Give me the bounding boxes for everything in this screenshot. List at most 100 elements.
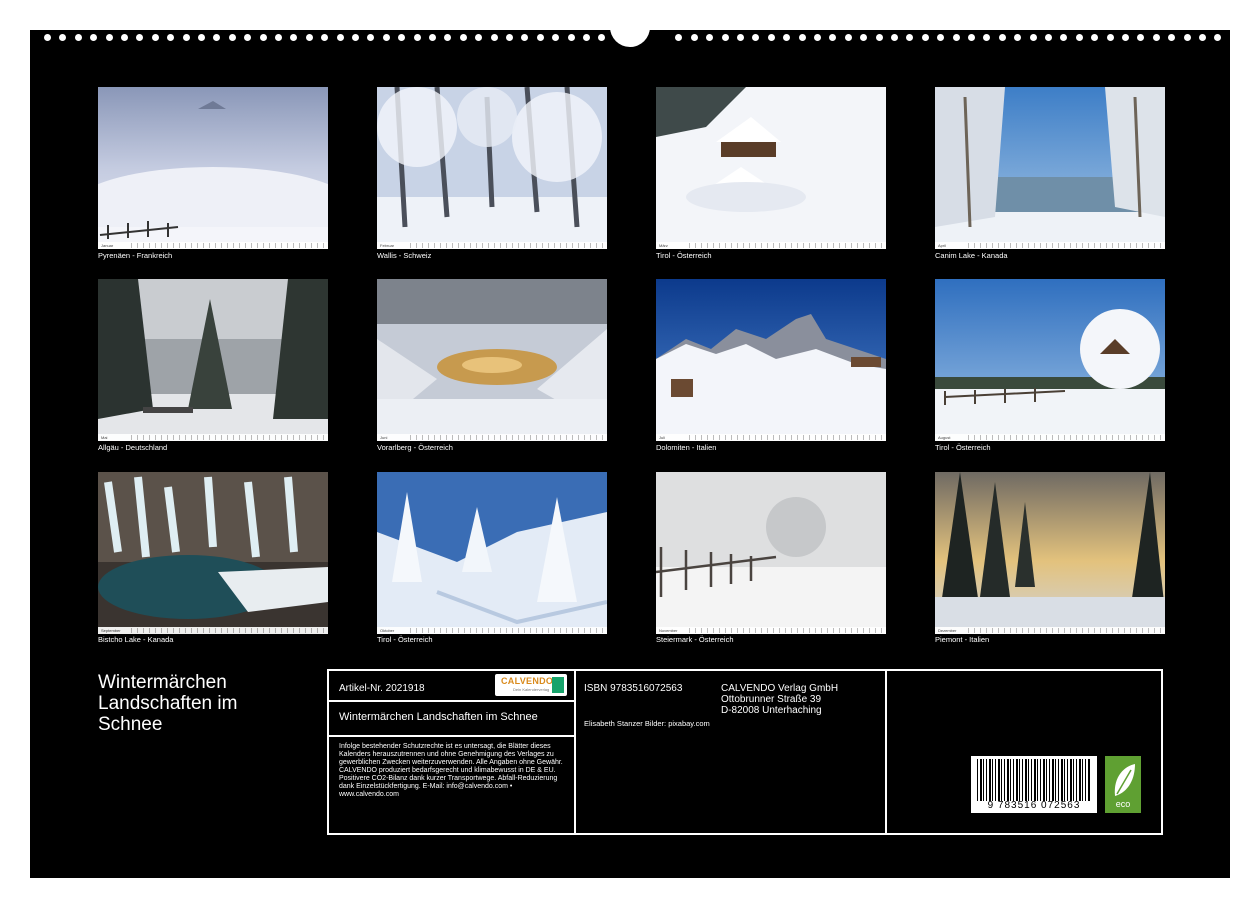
- month-strip: Oktober: [377, 627, 607, 634]
- photo-tile: April: [935, 87, 1165, 249]
- photo-caption: Wallis - Schweiz: [377, 251, 432, 260]
- month-strip: September: [98, 627, 328, 634]
- info-panel: Artikel-Nr. 2021918 CALVENDO Dein Kalend…: [327, 669, 1163, 835]
- binding-hole: [706, 34, 714, 41]
- publisher-line: CALVENDO Verlag GmbH: [721, 683, 839, 694]
- eco-icon: eco: [1105, 756, 1141, 813]
- month-label: Dezember: [938, 628, 957, 633]
- photo-tirol-huts: [656, 87, 886, 249]
- binding-hole: [860, 34, 868, 41]
- binding-hole: [798, 34, 806, 41]
- binding-hole: [583, 34, 590, 41]
- photo-bistcho-lake: [98, 472, 328, 634]
- photo-caption: Tirol - Österreich: [377, 635, 433, 644]
- month-label: April: [938, 243, 947, 248]
- binding-hole: [536, 34, 544, 41]
- isbn: ISBN 9783516072563: [584, 683, 683, 694]
- image-credits: Elisabeth Stanzer Bilder: pixabay.com: [584, 719, 710, 728]
- month-strip: November: [656, 627, 886, 634]
- photo-steiermark: [656, 472, 886, 634]
- binding-hole: [305, 34, 313, 41]
- month-label: Februar: [380, 243, 395, 248]
- binding-hole: [1106, 34, 1114, 41]
- binding-hole: [829, 34, 837, 41]
- month-label: September: [101, 628, 121, 633]
- binding-hole: [228, 34, 236, 41]
- photo-caption: Tirol - Österreich: [656, 251, 712, 260]
- binding-hole: [521, 34, 529, 41]
- photo-allgaeu: [98, 279, 328, 441]
- month-label: März: [659, 243, 668, 248]
- month-label: August: [938, 435, 951, 440]
- binding-hole: [1183, 34, 1191, 41]
- photo-tile: Januar: [98, 87, 328, 249]
- day-grid: [410, 243, 604, 248]
- photo-tile: September: [98, 472, 328, 634]
- month-strip: Mai: [98, 434, 328, 441]
- binding-hole: [906, 34, 914, 41]
- info-divider: [885, 671, 887, 833]
- publisher-line: Ottobrunner Straße 39: [721, 694, 822, 705]
- binding-hole: [952, 34, 960, 41]
- binding-hole: [336, 34, 344, 41]
- day-grid: [689, 628, 883, 633]
- binding-hole: [552, 34, 560, 41]
- binding-hole: [1152, 34, 1160, 41]
- calendar-subtitle: Wintermärchen Landschaften im Schnee: [339, 711, 538, 723]
- binding-hole: [429, 34, 436, 41]
- month-strip: März: [656, 242, 886, 249]
- day-grid: [410, 435, 604, 440]
- binding-hole: [290, 34, 298, 41]
- publisher-address: CALVENDO Verlag GmbH Ottobrunner Straße …: [721, 683, 838, 716]
- binding-hole: [814, 34, 821, 41]
- barcode-bars: [977, 759, 1091, 801]
- binding-hole: [74, 34, 82, 41]
- legal-notice: Infolge bestehender Schutzrechte ist es …: [339, 743, 563, 798]
- binding-hole: [752, 34, 760, 41]
- binding-hole: [1091, 34, 1099, 41]
- month-label: Oktober: [380, 628, 395, 633]
- photo-caption: Allgäu - Deutschland: [98, 443, 168, 452]
- photo-tile: Mai: [98, 279, 328, 441]
- logo-name: CALVENDO: [501, 676, 554, 686]
- photo-tile: Februar: [377, 87, 607, 249]
- month-label: Juni: [380, 435, 388, 440]
- month-strip: August: [935, 434, 1165, 441]
- binding-hole: [352, 34, 359, 41]
- photo-wallis: [377, 87, 607, 249]
- binding-hole: [213, 34, 221, 41]
- day-grid: [131, 628, 325, 633]
- photo-vorarlberg: [377, 279, 607, 441]
- day-grid: [968, 435, 1162, 440]
- barcode: 9 783516 072563: [971, 756, 1097, 813]
- binding-hole: [151, 34, 159, 41]
- month-strip: Juni: [377, 434, 607, 441]
- binding-hole: [983, 34, 991, 41]
- binding-hole: [968, 34, 975, 41]
- photo-tile: November: [656, 472, 886, 634]
- photo-tile: Dezember: [935, 472, 1165, 634]
- photo-canim-lake: [935, 87, 1165, 249]
- day-grid: [968, 243, 1162, 248]
- binding-hole: [475, 34, 483, 41]
- binding-hole: [506, 34, 513, 41]
- binding-hole: [767, 34, 775, 41]
- month-label: Juli: [659, 435, 666, 440]
- binding-hole: [121, 34, 128, 41]
- eco-label: eco: [1115, 799, 1131, 809]
- month-strip: Januar: [98, 242, 328, 249]
- day-grid: [689, 243, 883, 248]
- month-label: Mai: [101, 435, 108, 440]
- binding-hole: [675, 34, 683, 41]
- binding-hole: [844, 34, 852, 41]
- binding-hole: [413, 34, 421, 41]
- binding-hole: [44, 34, 51, 41]
- info-divider: [329, 735, 575, 737]
- info-divider: [329, 700, 575, 702]
- day-grid: [689, 435, 883, 440]
- binding-hole: [382, 34, 390, 41]
- calendar-title: Wintermärchen Landschaften im Schnee: [98, 672, 238, 735]
- binding-hole: [398, 34, 406, 41]
- month-strip: Dezember: [935, 627, 1165, 634]
- binding-hole: [321, 34, 329, 41]
